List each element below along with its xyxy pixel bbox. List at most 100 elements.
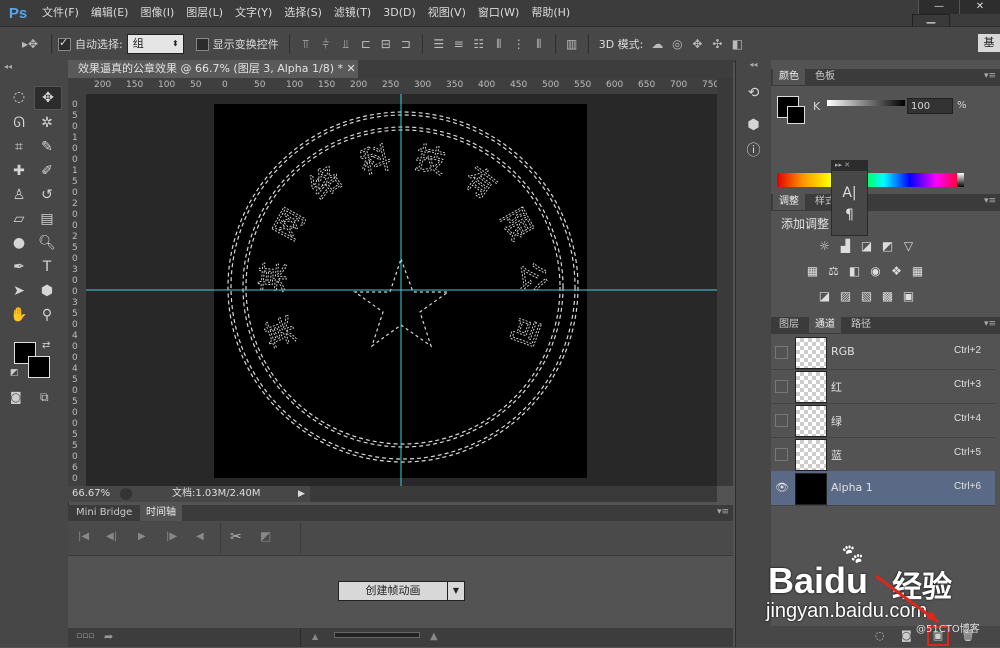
transition-icon[interactable]: ◩	[260, 529, 271, 543]
auto-select-dropdown[interactable]: 组 ⬍	[126, 34, 184, 54]
menu-edit[interactable]: 编辑(E)	[85, 0, 135, 26]
menu-select[interactable]: 选择(S)	[278, 0, 328, 26]
tab-layers[interactable]: 图层	[773, 317, 805, 333]
tab-adjustments[interactable]: 调整	[773, 194, 805, 210]
status-info-icon[interactable]	[120, 488, 132, 500]
workspace-button[interactable]: 基	[978, 34, 1000, 52]
default-colors-icon[interactable]: ◩	[10, 368, 19, 378]
zoom-in-mountain-icon[interactable]: ▲	[430, 631, 438, 642]
create-frame-animation-button[interactable]: 创建帧动画	[338, 581, 448, 601]
align-top-icon[interactable]: ⫪	[299, 37, 313, 51]
tab-mini-bridge[interactable]: Mini Bridge	[70, 505, 138, 521]
pen-tool-icon[interactable]: ✒	[6, 256, 32, 278]
menu-layer[interactable]: 图层(L)	[180, 0, 229, 26]
k-value-input[interactable]: 100	[907, 98, 953, 114]
tab-color[interactable]: 颜色	[773, 69, 805, 85]
align-bottom-icon[interactable]: ⫫	[339, 37, 353, 51]
zoom-level[interactable]: 66.67%	[72, 486, 110, 502]
selective-color-icon[interactable]: ▣	[901, 289, 916, 304]
color-lookup-icon[interactable]: ▦	[910, 264, 925, 279]
distribute-hcenter-icon[interactable]: ⋮	[512, 37, 526, 51]
menu-help[interactable]: 帮助(H)	[525, 0, 576, 26]
menu-window[interactable]: 窗口(W)	[472, 0, 525, 26]
collapse-panel-icon[interactable]: ◂◂	[4, 62, 12, 71]
type-tool-icon[interactable]: T	[34, 256, 60, 278]
menu-image[interactable]: 图像(I)	[134, 0, 180, 26]
tab-paths[interactable]: 路径	[845, 317, 877, 333]
healing-tool-icon[interactable]: ✚	[6, 160, 32, 182]
gradient-map-icon[interactable]: ▩	[880, 289, 895, 304]
tab-swatches[interactable]: 色板	[809, 69, 841, 85]
crop-tool-icon[interactable]: ⌗	[6, 136, 32, 158]
distribute-bottom-icon[interactable]: ☷	[472, 37, 486, 51]
path-selection-tool-icon[interactable]: ➤	[6, 280, 32, 302]
panel-menu-icon[interactable]: ▾≡	[984, 71, 996, 81]
create-animation-dropdown-icon[interactable]: ▼	[447, 581, 465, 601]
vertical-scrollbar[interactable]	[717, 78, 733, 486]
visibility-toggle[interactable]	[775, 448, 788, 461]
expand-dock-icon[interactable]: ◂◂	[736, 60, 771, 70]
posterize-icon[interactable]: ▨	[838, 289, 853, 304]
status-menu-arrow-icon[interactable]: ▶	[298, 486, 305, 502]
threshold-icon[interactable]: ▧	[859, 289, 874, 304]
distribute-right-icon[interactable]: ⫴	[532, 37, 546, 51]
history-brush-tool-icon[interactable]: ↺	[34, 184, 60, 206]
menu-view[interactable]: 视图(V)	[422, 0, 472, 26]
close-button[interactable]: ✕	[959, 0, 1000, 14]
quick-mask-icon[interactable]: ◙	[10, 390, 22, 404]
horizontal-scrollbar[interactable]	[310, 486, 717, 502]
minimize-button[interactable]: —	[918, 0, 959, 14]
float-panel-header[interactable]: ▸▸ ✕	[832, 161, 867, 171]
auto-select-checkbox[interactable]	[58, 36, 71, 51]
black-white-icon[interactable]: ◧	[847, 264, 862, 279]
auto-align-icon[interactable]: ▥	[565, 37, 579, 51]
zoom-out-mountain-icon[interactable]: ▲	[312, 632, 318, 641]
blur-tool-icon[interactable]: ●	[6, 232, 32, 254]
k-slider[interactable]	[827, 100, 905, 106]
tab-channels[interactable]: 通道	[809, 317, 841, 333]
eye-icon[interactable]: 👁︎	[775, 481, 789, 494]
prev-frame-icon[interactable]: ◀|	[106, 531, 117, 542]
background-color-swatch[interactable]	[28, 356, 50, 378]
color-balance-icon[interactable]: ⚖	[826, 264, 841, 279]
history-icon[interactable]: ⟲	[736, 80, 771, 106]
distribute-top-icon[interactable]: ☰	[432, 37, 446, 51]
3d-rotate-icon[interactable]: ☁	[650, 37, 664, 51]
distribute-vcenter-icon[interactable]: ≡	[452, 37, 466, 51]
menu-file[interactable]: 文件(F)	[36, 0, 85, 26]
3d-roll-icon[interactable]: ◎	[670, 37, 684, 51]
channel-row-green[interactable]: 绿 Ctrl+4	[771, 403, 995, 438]
3d-cube-icon[interactable]: ⬢	[736, 112, 771, 138]
visibility-toggle[interactable]	[775, 414, 788, 427]
dodge-tool-icon[interactable]: 🔍︎	[34, 232, 60, 254]
color-bg-swatch[interactable]	[787, 106, 805, 124]
stamp-tool-icon[interactable]: ♙	[6, 184, 32, 206]
tab-timeline[interactable]: 时间轴	[140, 505, 182, 521]
channel-row-blue[interactable]: 蓝 Ctrl+5	[771, 437, 995, 472]
3d-slide-icon[interactable]: ✣	[710, 37, 724, 51]
character-icon[interactable]: A|	[832, 185, 867, 201]
channel-mixer-icon[interactable]: ❖	[889, 264, 904, 279]
paragraph-icon[interactable]: ¶	[832, 207, 867, 223]
vibrance-icon[interactable]: ▽	[901, 239, 916, 254]
move-tool-icon[interactable]: ✥	[34, 86, 62, 110]
panel-menu-icon[interactable]: ▾≡	[717, 507, 729, 517]
gradient-tool-icon[interactable]: ▤	[34, 208, 60, 230]
shape-tool-icon[interactable]: ⬢	[34, 280, 60, 302]
channel-row-rgb[interactable]: RGB Ctrl+2	[771, 335, 995, 370]
levels-icon[interactable]: ▟	[838, 239, 853, 254]
bw-ramp[interactable]	[957, 173, 964, 187]
visibility-toggle[interactable]	[775, 346, 788, 359]
audio-icon[interactable]: ◀	[196, 531, 204, 542]
3d-scale-icon[interactable]: ◧	[730, 37, 744, 51]
next-frame-icon[interactable]: |▶	[166, 531, 177, 542]
align-vcenter-icon[interactable]: ⫩	[319, 37, 333, 51]
visibility-toggle[interactable]	[775, 380, 788, 393]
hue-saturation-icon[interactable]: ▦	[805, 264, 820, 279]
channel-row-red[interactable]: 红 Ctrl+3	[771, 369, 995, 404]
magic-wand-tool-icon[interactable]: ✲	[34, 112, 60, 134]
scissors-icon[interactable]: ✂	[230, 529, 242, 545]
play-icon[interactable]: ▶	[138, 531, 146, 542]
menu-3d[interactable]: 3D(D)	[377, 0, 422, 26]
timeline-zoom-slider[interactable]	[334, 632, 420, 638]
